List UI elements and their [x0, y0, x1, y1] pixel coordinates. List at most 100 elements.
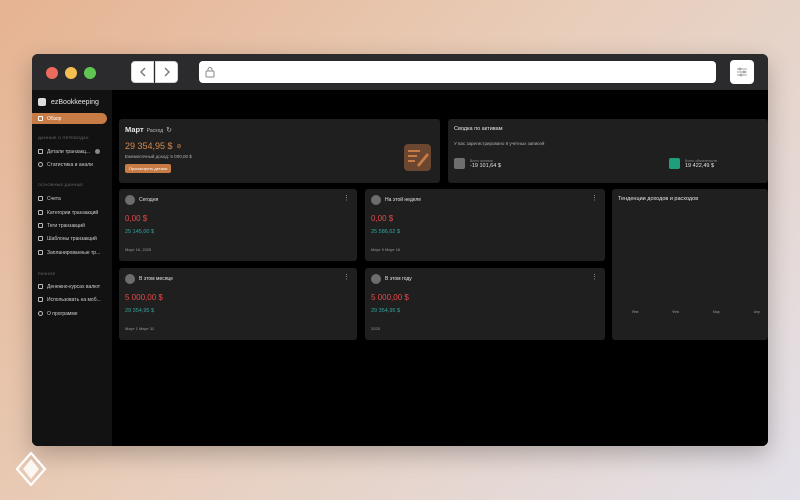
app-name: ezBookkeeping — [51, 98, 99, 106]
chevron-left-icon — [139, 67, 145, 77]
income-expense-trends-card: Тенденции доходов и расходов Янв Фев Мар… — [612, 189, 768, 340]
period-expense: 5 000,00 $ — [371, 293, 409, 302]
axis-tick-label: Янв — [632, 310, 639, 314]
sidebar-item-label: Статистика и анали — [47, 161, 93, 168]
trends-title: Тенденции доходов и расходов — [618, 196, 699, 202]
period-date: Март 1 Март 31 — [125, 326, 155, 331]
period-date: Март 9 Март 16 — [371, 247, 401, 252]
minimize-window-button[interactable] — [65, 67, 77, 79]
phone-icon — [38, 297, 43, 302]
period-date: Март 16, 2025 — [125, 247, 152, 252]
home-icon — [38, 116, 43, 121]
more-options-icon[interactable]: ⋮ — [591, 273, 598, 281]
sliders-icon — [737, 67, 747, 77]
sidebar-item-label: Использовать на моб... — [47, 296, 101, 303]
period-income: 29 354,95 $ — [125, 308, 155, 314]
sidebar-section-title: Разное — [38, 271, 56, 276]
chevron-right-icon — [164, 67, 170, 77]
sidebar-item-label: О программе — [47, 310, 78, 317]
period-title: В этом году — [385, 276, 412, 282]
assets-description: У вас зарегистрировано 8 учетных записей — [454, 141, 545, 146]
sidebar-item-scheduled[interactable]: Запланированные тр... — [34, 247, 107, 258]
grid-icon — [38, 210, 43, 215]
total-assets: Всего активов -19 101,64 $ — [454, 158, 501, 169]
calendar-icon — [38, 250, 43, 255]
axis-tick-label: Мар — [712, 310, 720, 314]
period-card-month: В этом месяце ⋮ 5 000,00 $ 29 354,95 $ М… — [119, 268, 357, 340]
sidebar-item-templates[interactable]: Шаблоны транзакций — [34, 233, 107, 244]
address-bar[interactable] — [199, 61, 716, 83]
sidebar-item-about[interactable]: О программе — [34, 308, 107, 319]
app-content: ezBookkeeping Обзор Данные о переводах Д… — [32, 90, 768, 446]
eye-off-icon[interactable]: ⊘ — [177, 143, 182, 150]
month-summary-card: Март Расход ↻ 29 354,95 $ ⊘ Ежемесячный … — [119, 119, 440, 183]
list-icon — [38, 149, 43, 154]
period-title: В этом месяце — [139, 276, 174, 282]
sidebar-item-categories[interactable]: Категории транзакций — [34, 207, 107, 218]
maximize-window-button[interactable] — [84, 67, 96, 79]
sidebar-item-exchange-rates[interactable]: Денежно-курсах валют — [34, 281, 107, 292]
axis-tick-label: Фев — [672, 310, 679, 314]
more-options-icon[interactable]: ⋮ — [343, 194, 350, 202]
more-options-icon[interactable]: ⋮ — [591, 194, 598, 202]
back-button[interactable] — [131, 61, 154, 83]
sidebar-item-accounts[interactable]: Счета — [34, 193, 107, 204]
chart-icon — [38, 162, 43, 167]
sidebar-item-label: Обзор — [47, 115, 62, 122]
sidebar-item-label: Детали транзакц... — [47, 148, 91, 155]
period-title: На этой неделе — [385, 197, 422, 203]
month-expense-amount: 29 354,95 $ — [125, 141, 173, 151]
sidebar-item-overview[interactable]: Обзор — [32, 113, 107, 124]
sidebar-item-tags[interactable]: Теги транзакций — [34, 220, 107, 231]
period-expense: 5 000,00 $ — [125, 293, 163, 302]
period-card-today: Сегодня ⋮ 0,00 $ 25 145,00 $ Март 16, 20… — [119, 189, 357, 261]
info-icon — [38, 311, 43, 316]
period-income: 25 586,62 $ — [371, 229, 401, 235]
month-title: Март — [125, 125, 144, 134]
sidebar-item-statistics[interactable]: Статистика и анали — [34, 159, 107, 170]
bank-icon — [454, 158, 465, 169]
more-options-icon[interactable]: ⋮ — [343, 273, 350, 281]
month-subtitle: Расход — [146, 128, 164, 134]
total-assets-value: -19 101,64 $ — [470, 162, 501, 169]
period-date: 2025 — [371, 326, 380, 331]
period-title: Сегодня — [139, 197, 159, 203]
assets-title: Сводка по активам — [454, 126, 503, 132]
period-expense: 0,00 $ — [371, 214, 394, 223]
sidebar-item-label: Категории транзакций — [47, 209, 99, 216]
brand[interactable]: ezBookkeeping — [38, 98, 99, 106]
sidebar: ezBookkeeping Обзор Данные о переводах Д… — [32, 90, 112, 446]
close-window-button[interactable] — [46, 67, 58, 79]
sidebar-item-label: Счета — [47, 195, 61, 202]
credit-card-icon — [669, 158, 680, 169]
notebook-pen-icon — [404, 144, 431, 171]
sidebar-item-mobile[interactable]: Использовать на моб... — [34, 294, 107, 305]
sidebar-item-label: Шаблоны транзакций — [47, 235, 97, 242]
monthly-budget-text: Ежемесячный доход: 5 000,00 $ — [125, 154, 192, 159]
calendar-week-icon — [371, 195, 381, 205]
calendar-year-icon — [371, 274, 381, 284]
total-liabilities-value: 19 422,49 $ — [685, 162, 715, 169]
axis-tick-label: Апр — [753, 310, 760, 314]
forward-button[interactable] — [155, 61, 178, 83]
app-logo-icon — [38, 98, 46, 106]
browser-titlebar — [32, 54, 768, 90]
lock-icon — [205, 67, 215, 78]
exchange-icon — [38, 284, 43, 289]
sidebar-item-label: Теги транзакций — [47, 222, 85, 229]
period-income: 29 354,95 $ — [371, 308, 401, 314]
trends-x-axis: Янв Фев Мар Апр — [632, 310, 768, 314]
card-icon — [38, 196, 43, 201]
add-circle-icon[interactable] — [95, 149, 100, 154]
view-details-button[interactable]: Просмотреть детали — [125, 164, 172, 173]
assets-summary-card: Сводка по активам У вас зарегистрировано… — [448, 119, 768, 183]
sidebar-section-title: Данные о переводах — [38, 135, 89, 140]
sidebar-section-title: Основные данные — [38, 182, 84, 187]
template-icon — [38, 236, 43, 241]
sidebar-item-label: Денежно-курсах валют — [47, 283, 101, 290]
browser-menu-button[interactable] — [730, 60, 754, 84]
calendar-month-icon — [125, 274, 135, 284]
clock-icon — [125, 195, 135, 205]
brand-diamond-logo-icon — [15, 452, 47, 486]
refresh-icon[interactable]: ↻ — [166, 126, 172, 134]
